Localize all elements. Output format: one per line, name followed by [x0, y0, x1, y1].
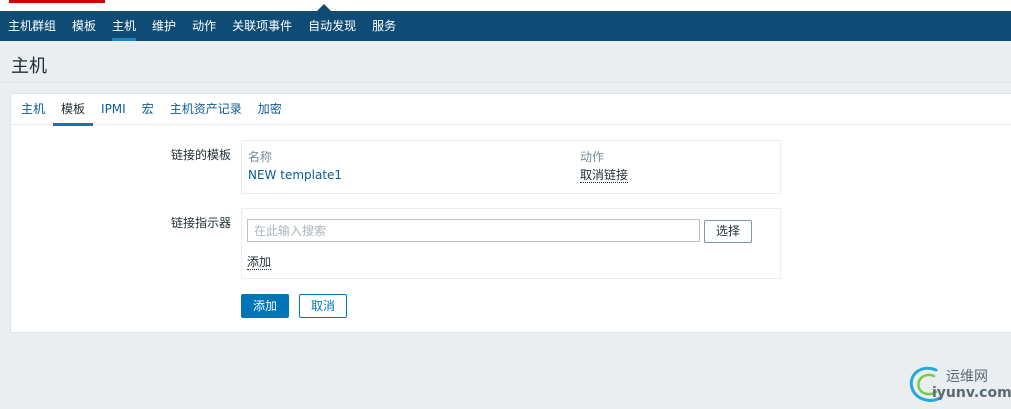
- active-menu-notch: [317, 4, 331, 11]
- main-nav: 主机群组 模板 主机 维护 动作 关联项事件 自动发现 服务: [0, 11, 1011, 41]
- tab-ipmi[interactable]: IPMI: [93, 94, 134, 125]
- template-search-input[interactable]: [247, 219, 700, 242]
- add-template-link[interactable]: 添加: [247, 255, 272, 270]
- brand-accent-bar: [9, 0, 105, 3]
- watermark-en-text: iyunv.com: [932, 385, 1011, 401]
- nav-item-templates[interactable]: 模板: [64, 11, 104, 41]
- select-template-button[interactable]: 选择: [704, 220, 752, 243]
- nav-item-hosts[interactable]: 主机: [104, 11, 144, 41]
- tab-encryption[interactable]: 加密: [250, 94, 290, 125]
- page-title: 主机: [11, 56, 47, 77]
- title-divider: [0, 82, 1011, 83]
- linked-templates-table: 名称 动作 NEW template1 取消链接: [241, 140, 781, 194]
- linked-templates-label: 链接的模板: [170, 148, 231, 162]
- cancel-button[interactable]: 取消: [299, 294, 347, 318]
- tab-macros[interactable]: 宏: [134, 94, 162, 125]
- form-tabs: 主机 模板 IPMI 宏 主机资产记录 加密: [11, 94, 1011, 126]
- tab-host[interactable]: 主机: [13, 94, 53, 125]
- nav-item-maintenance[interactable]: 维护: [144, 11, 184, 41]
- host-form-panel: 主机 模板 IPMI 宏 主机资产记录 加密 链接的模板 名称 动作 NEW t…: [10, 93, 1011, 333]
- link-indicator-box: 选择 添加: [241, 208, 781, 279]
- column-header-name: 名称: [248, 150, 273, 164]
- nav-item-services[interactable]: 服务: [364, 11, 404, 41]
- column-header-action: 动作: [580, 150, 605, 164]
- nav-item-actions[interactable]: 动作: [184, 11, 224, 41]
- watermark-cn-text: 运维网: [946, 369, 988, 385]
- tab-inventory[interactable]: 主机资产记录: [162, 94, 250, 125]
- watermark-logo: 运维网 iyunv.com: [906, 362, 1011, 406]
- tab-templates[interactable]: 模板: [53, 94, 94, 126]
- unlink-template-link[interactable]: 取消链接: [580, 168, 629, 183]
- nav-item-event-correlation[interactable]: 关联项事件: [224, 11, 300, 41]
- nav-item-discovery[interactable]: 自动发现: [300, 11, 364, 41]
- top-strip: [0, 0, 1011, 11]
- link-indicator-label: 链接指示器: [170, 216, 231, 230]
- add-button[interactable]: 添加: [241, 294, 289, 318]
- linked-template-name-link[interactable]: NEW template1: [248, 168, 342, 182]
- nav-item-host-groups[interactable]: 主机群组: [0, 11, 64, 41]
